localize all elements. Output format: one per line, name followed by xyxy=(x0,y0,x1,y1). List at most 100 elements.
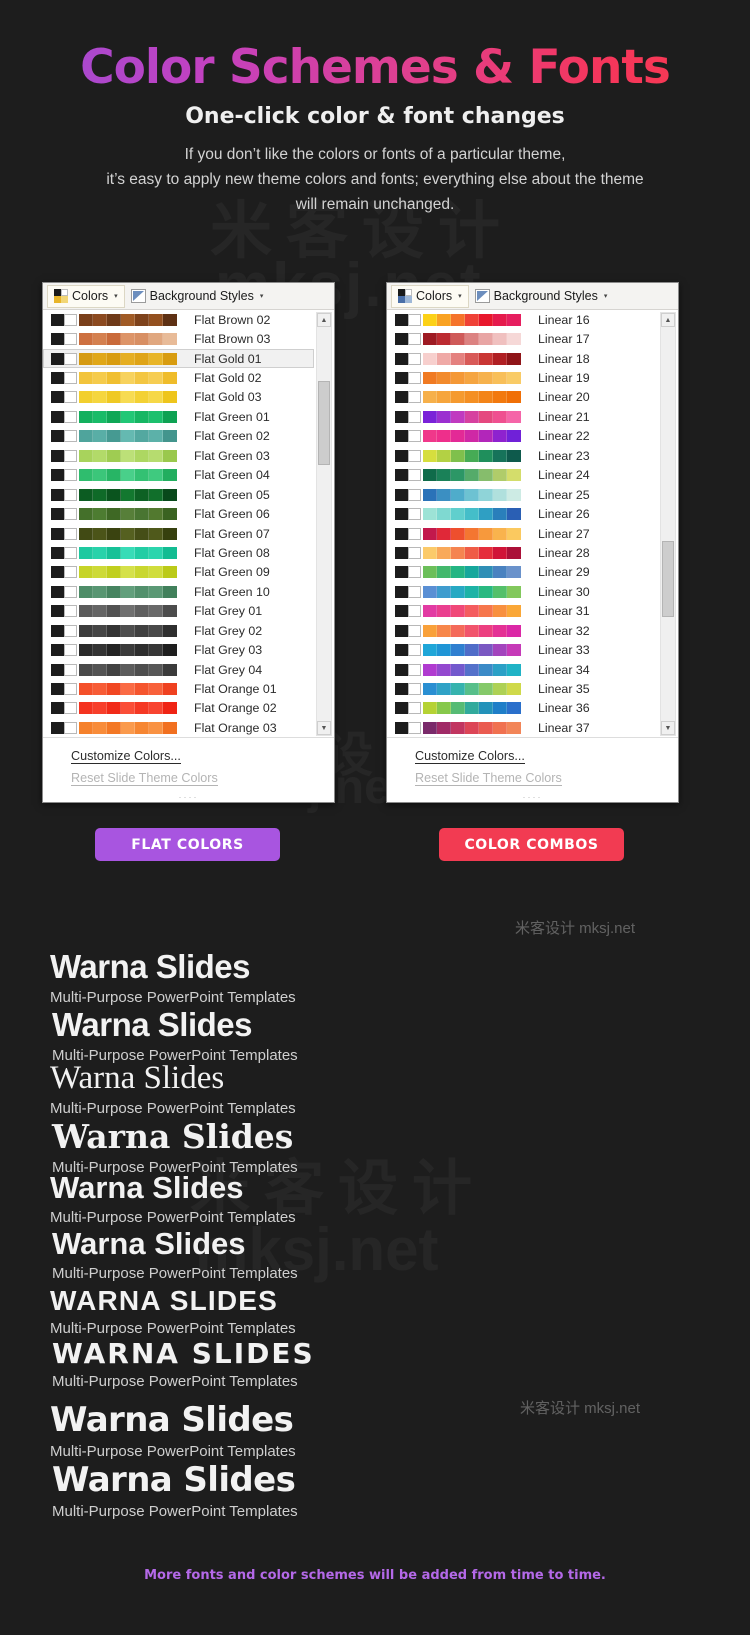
color-swatch xyxy=(79,624,93,637)
color-scheme-row[interactable]: Linear 23 xyxy=(387,446,658,465)
scrollbar[interactable]: ▲ ▼ xyxy=(660,312,676,736)
color-scheme-row[interactable]: Flat Grey 02 xyxy=(43,621,314,640)
color-swatch xyxy=(107,683,121,696)
color-swatch xyxy=(93,313,107,326)
color-scheme-row[interactable]: Flat Green 08 xyxy=(43,543,314,562)
customize-colors-item[interactable]: Customize Colors... xyxy=(43,745,334,767)
color-swatch xyxy=(507,410,521,423)
background-styles-button[interactable]: Background Styles ▾ xyxy=(125,285,270,308)
color-scheme-row[interactable]: Flat Green 04 xyxy=(43,466,314,485)
color-swatch xyxy=(93,508,107,521)
color-swatch xyxy=(135,333,149,346)
background-styles-button[interactable]: Background Styles ▾ xyxy=(469,285,614,308)
scrollbar-thumb[interactable] xyxy=(318,380,330,465)
color-scheme-row[interactable]: Linear 17 xyxy=(387,329,658,348)
color-swatch xyxy=(107,546,121,559)
scroll-down-icon[interactable]: ▼ xyxy=(317,721,331,735)
color-swatch xyxy=(93,430,107,443)
color-swatch xyxy=(507,488,521,501)
color-swatch xyxy=(507,585,521,598)
color-scheme-row[interactable]: Flat Gold 02 xyxy=(43,368,314,387)
scroll-up-icon[interactable]: ▲ xyxy=(661,313,675,327)
color-scheme-row[interactable]: Flat Green 07 xyxy=(43,524,314,543)
color-swatch xyxy=(93,372,107,385)
color-scheme-row[interactable]: Linear 35 xyxy=(387,679,658,698)
resize-grip-icon[interactable]: ···· xyxy=(43,792,334,802)
color-swatch xyxy=(451,721,465,734)
color-scheme-row[interactable]: Linear 21 xyxy=(387,407,658,426)
color-scheme-row[interactable]: Flat Gold 01 xyxy=(43,348,314,369)
color-ramp xyxy=(79,527,177,540)
color-scheme-row[interactable]: Linear 37 xyxy=(387,718,658,737)
color-scheme-row[interactable]: Flat Grey 04 xyxy=(43,660,314,679)
color-scheme-row[interactable]: Flat Green 09 xyxy=(43,563,314,582)
color-scheme-row[interactable]: Linear 31 xyxy=(387,602,658,621)
flat-colors-badge[interactable]: FLAT COLORS xyxy=(95,828,280,861)
colors-button[interactable]: Colors ▾ xyxy=(47,284,125,308)
color-swatch xyxy=(451,469,465,482)
color-scheme-row[interactable]: Flat Gold 03 xyxy=(43,388,314,407)
color-scheme-row[interactable]: Flat Green 03 xyxy=(43,446,314,465)
color-scheme-row[interactable]: Flat Green 05 xyxy=(43,485,314,504)
color-scheme-list[interactable]: Flat Brown 02 Flat Brown 03 Flat Gold 01 Fl… xyxy=(43,310,334,738)
color-swatch xyxy=(93,624,107,637)
color-scheme-row[interactable]: Linear 34 xyxy=(387,660,658,679)
color-swatch xyxy=(451,702,465,715)
color-scheme-list[interactable]: Linear 16 Linear 17 Linear 18 Linear 19 Line… xyxy=(387,310,678,738)
scrollbar-thumb[interactable] xyxy=(662,540,674,617)
color-scheme-row[interactable]: Flat Brown 02 xyxy=(43,310,314,329)
color-scheme-row[interactable]: Flat Orange 03 xyxy=(43,718,314,737)
color-swatch xyxy=(423,546,437,559)
color-swatch xyxy=(451,430,465,443)
color-swatch xyxy=(437,372,451,385)
color-scheme-label: Linear 32 xyxy=(538,623,590,638)
color-scheme-row[interactable]: Linear 18 xyxy=(387,349,658,368)
color-swatch xyxy=(79,644,93,657)
color-scheme-label: Flat Grey 03 xyxy=(194,643,263,658)
color-scheme-row[interactable]: Linear 27 xyxy=(387,524,658,543)
color-scheme-row[interactable]: Flat Orange 02 xyxy=(43,699,314,718)
color-scheme-row[interactable]: Flat Green 02 xyxy=(43,427,314,446)
color-scheme-row[interactable]: Linear 19 xyxy=(387,368,658,387)
color-combos-badge[interactable]: COLOR COMBOS xyxy=(439,828,624,861)
color-swatch xyxy=(493,644,507,657)
color-scheme-row[interactable]: Flat Grey 01 xyxy=(43,602,314,621)
color-swatch xyxy=(135,546,149,559)
font-sample-cell: Warna Slides Multi-Purpose PowerPoint Te… xyxy=(0,948,383,1006)
resize-grip-icon[interactable]: ···· xyxy=(387,792,678,802)
color-swatch xyxy=(451,410,465,423)
scrollbar[interactable]: ▲ ▼ xyxy=(316,312,332,736)
color-ramp xyxy=(79,449,177,462)
color-scheme-row[interactable]: Linear 28 xyxy=(387,543,658,562)
chevron-down-icon: ▾ xyxy=(603,293,608,300)
color-swatch xyxy=(493,372,507,385)
color-ramp xyxy=(423,449,521,462)
color-scheme-row[interactable]: Linear 29 xyxy=(387,563,658,582)
color-scheme-row[interactable]: Linear 25 xyxy=(387,485,658,504)
color-scheme-row[interactable]: Flat Brown 03 xyxy=(43,329,314,348)
color-scheme-row[interactable]: Linear 30 xyxy=(387,582,658,601)
customize-colors-item[interactable]: Customize Colors... xyxy=(387,745,678,767)
color-swatch xyxy=(479,449,493,462)
color-scheme-row[interactable]: Flat Grey 03 xyxy=(43,640,314,659)
color-scheme-row[interactable]: Flat Orange 01 xyxy=(43,679,314,698)
color-scheme-row[interactable]: Linear 36 xyxy=(387,699,658,718)
color-swatch xyxy=(79,352,93,365)
dark-swatch-icon xyxy=(395,391,408,404)
scroll-up-icon[interactable]: ▲ xyxy=(317,313,331,327)
color-scheme-row[interactable]: Linear 32 xyxy=(387,621,658,640)
color-scheme-row[interactable]: Flat Green 10 xyxy=(43,582,314,601)
color-scheme-row[interactable]: Flat Green 06 xyxy=(43,504,314,523)
font-sample-row: WARNA SLIDES Multi-Purpose PowerPoint Te… xyxy=(0,1285,750,1390)
colors-button[interactable]: Colors ▾ xyxy=(391,284,469,308)
color-scheme-row[interactable]: Flat Green 01 xyxy=(43,407,314,426)
color-scheme-row[interactable]: Linear 22 xyxy=(387,427,658,446)
color-scheme-row[interactable]: Linear 24 xyxy=(387,466,658,485)
color-swatch xyxy=(479,683,493,696)
color-scheme-row[interactable]: Linear 16 xyxy=(387,310,658,329)
color-scheme-row[interactable]: Linear 33 xyxy=(387,640,658,659)
color-swatch xyxy=(149,430,163,443)
color-scheme-row[interactable]: Linear 26 xyxy=(387,504,658,523)
scroll-down-icon[interactable]: ▼ xyxy=(661,721,675,735)
color-scheme-row[interactable]: Linear 20 xyxy=(387,388,658,407)
